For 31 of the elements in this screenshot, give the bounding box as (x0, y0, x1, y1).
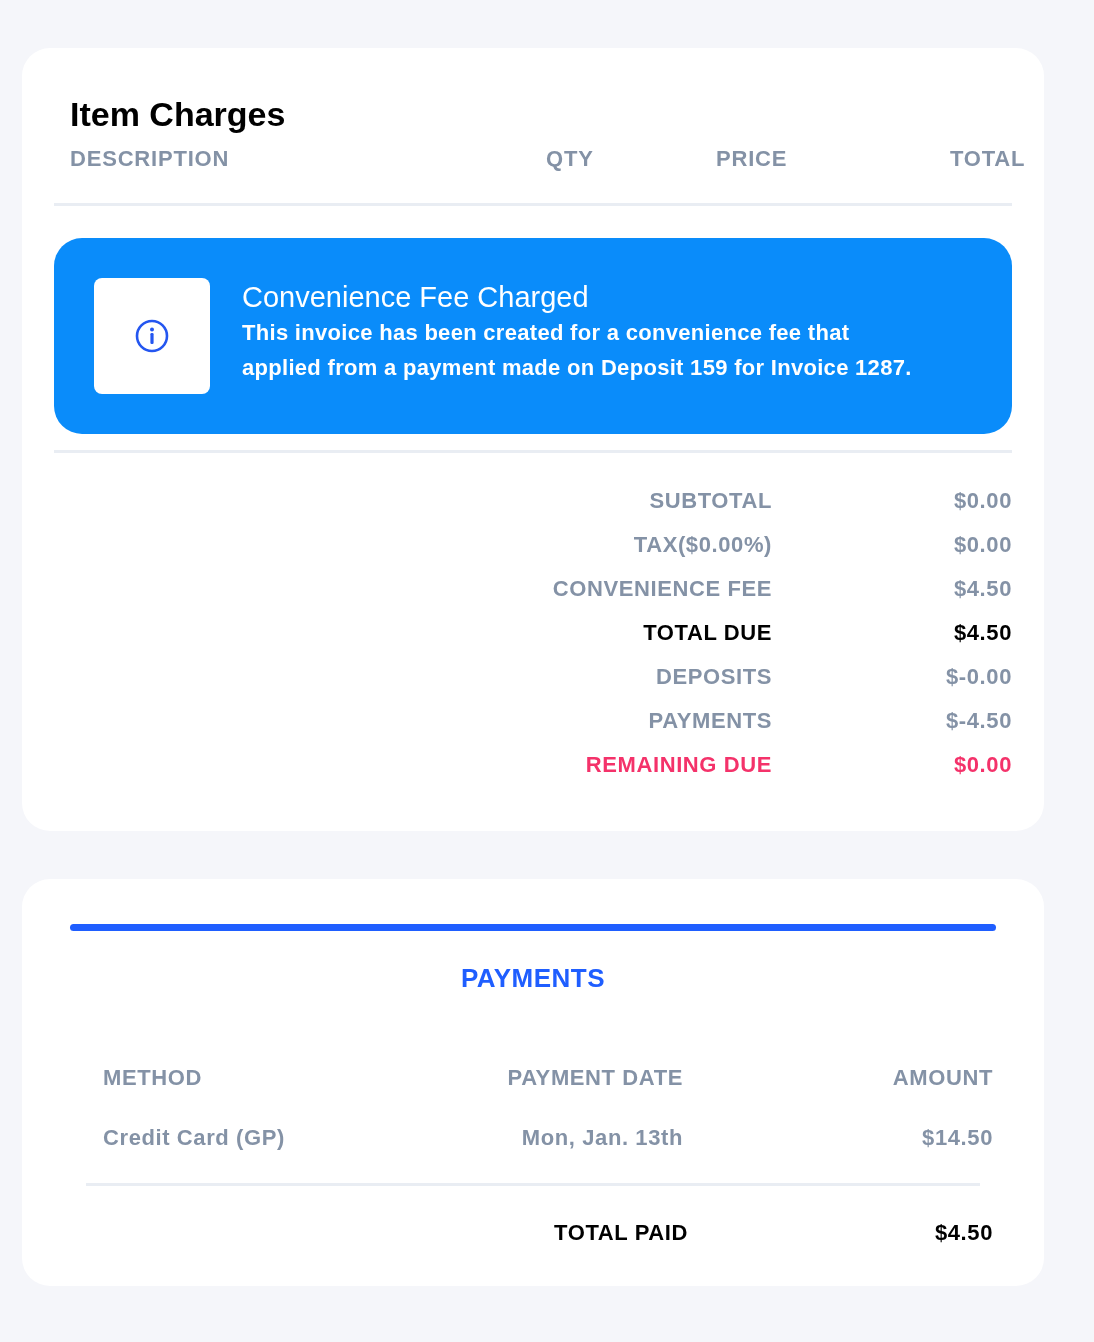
summary-value: $0.00 (953, 751, 1012, 779)
summary-value: $4.50 (953, 619, 1012, 647)
summary-value: $0.00 (953, 487, 1012, 515)
summary-label: SUBTOTAL (649, 487, 772, 515)
column-header: TOTAL (950, 145, 1026, 173)
summary-label: REMAINING DUE (585, 751, 772, 779)
table-cell-text: Credit Card (GP) (103, 1124, 285, 1152)
total-paid-value: $4.50 (934, 1219, 993, 1247)
summary-label: DEPOSITS (655, 663, 772, 691)
summary-label: PAYMENTS (648, 707, 772, 735)
summary-value: $-4.50 (946, 707, 1012, 735)
info-icon (135, 319, 169, 353)
summary-label: CONVENIENCE FEE (552, 575, 772, 603)
table-cell-text: Mon, Jan. 13th (521, 1124, 683, 1152)
column-header: PAYMENT DATE (507, 1064, 683, 1092)
total-paid-label: TOTAL PAID (554, 1219, 688, 1247)
summary-value: $-0.00 (946, 663, 1012, 691)
column-header: PRICE (716, 145, 789, 173)
notice-message: This invoice has been created for a convenience fee that applied from a payment made on Deposit 159 for Invoice 1287. (242, 319, 913, 382)
summary-label: TOTAL DUE (643, 619, 772, 647)
column-header: AMOUNT (892, 1064, 993, 1092)
column-header: METHOD (103, 1064, 202, 1092)
payments-title: PAYMENTS (459, 962, 607, 995)
section-title: Item Charges (69, 94, 287, 135)
column-header: DESCRIPTION (70, 145, 231, 173)
column-header: QTY (546, 145, 595, 173)
summary-value: $0.00 (953, 531, 1012, 559)
summary-label: TAX($0.00%) (633, 531, 772, 559)
summary-value: $4.50 (953, 575, 1012, 603)
table-cell-text: $14.50 (922, 1124, 993, 1152)
notice-title: Convenience Fee Charged (242, 280, 590, 315)
